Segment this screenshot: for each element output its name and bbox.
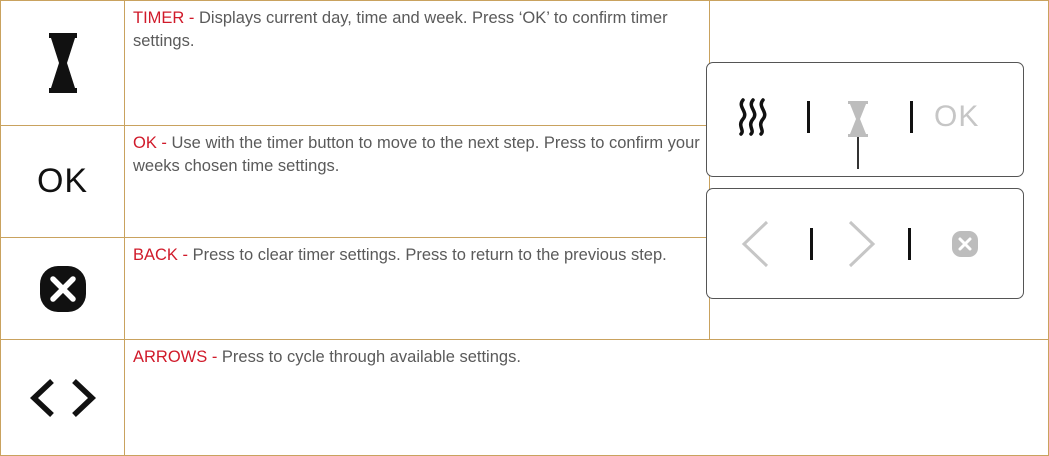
bottom-control-panel [706, 188, 1024, 299]
arrows-separator: - [207, 348, 222, 366]
panel-divider [807, 101, 810, 133]
panel-divider [810, 228, 813, 260]
arrows-description-cell: ARROWS - Press to cycle through availabl… [124, 339, 1049, 456]
arrows-keyword: ARROWS [133, 348, 208, 366]
arrows-icon-cell [0, 339, 125, 456]
back-description: Press to clear timer settings. Press to … [192, 246, 667, 264]
timer-description-cell: TIMER - Displays current day, time and w… [124, 0, 710, 126]
back-separator: - [177, 246, 193, 264]
panel-divider [908, 228, 911, 260]
timer-icon-cell [0, 0, 125, 126]
panel-divider [910, 101, 913, 133]
arrows-description: Press to cycle through available setting… [221, 348, 521, 366]
chevron-left-icon[interactable] [740, 220, 770, 268]
ok-separator: - [156, 134, 172, 152]
timer-separator: - [184, 9, 200, 27]
timer-pointer-line [857, 137, 859, 169]
ok-text-icon: OK [36, 162, 89, 200]
ok-text-icon[interactable]: OK [934, 100, 979, 134]
top-control-panel: OK [706, 62, 1024, 177]
controls-table: TIMER - Displays current day, time and w… [0, 0, 1049, 456]
control-panel-cell: OK [706, 0, 1049, 340]
back-icon-cell [0, 237, 125, 340]
hourglass-icon[interactable] [848, 101, 868, 137]
timer-description: Displays current day, time and week. Pre… [133, 9, 668, 50]
chevron-left-right-icon [29, 378, 96, 417]
heat-waves-icon[interactable] [737, 98, 769, 136]
close-circle-icon[interactable] [952, 231, 978, 257]
back-keyword: BACK [133, 246, 178, 264]
chevron-right-icon[interactable] [847, 220, 877, 268]
hourglass-icon [48, 33, 77, 93]
ok-description-cell: OK - Use with the timer button to move t… [124, 125, 710, 238]
close-circle-icon [39, 265, 86, 312]
ok-icon-cell: OK [0, 125, 125, 238]
ok-description: Use with the timer button to move to the… [133, 134, 700, 175]
back-description-cell: BACK - Press to clear timer settings. Pr… [124, 237, 710, 340]
ok-keyword: OK [133, 134, 157, 152]
timer-keyword: TIMER [133, 9, 185, 27]
